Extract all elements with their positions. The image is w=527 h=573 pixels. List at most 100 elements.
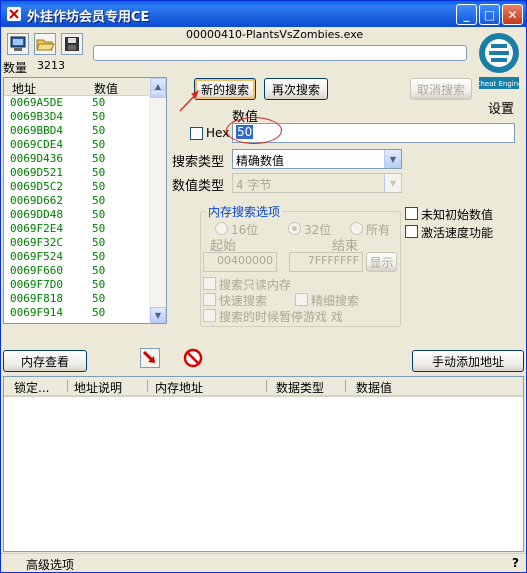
result-value: 50: [92, 208, 106, 221]
results-list[interactable]: 地址 数值 0069A5DE 50 0069B3D4 50 0069BBD4 50 0069…: [3, 77, 167, 324]
result-address: 0069F524: [10, 250, 63, 263]
title-bar[interactable]: 外挂作坊会员专用CE _ □ ✕: [1, 1, 526, 27]
list-item[interactable]: 0069D521 50: [4, 166, 151, 180]
show-button[interactable]: 显示: [366, 252, 397, 272]
stop-address-input[interactable]: 7FFFFFFF: [289, 252, 363, 272]
column-separator[interactable]: [147, 380, 148, 392]
floppy-disk-icon: [65, 37, 79, 51]
readonly-label: 搜索只读内存: [219, 278, 292, 292]
list-item[interactable]: 0069F7D0 50: [4, 278, 151, 292]
result-value: 50: [92, 236, 106, 249]
list-item[interactable]: 0069F914 50: [4, 306, 151, 320]
results-header: 地址 数值: [4, 78, 151, 96]
start-address-input[interactable]: 00400000: [203, 252, 277, 272]
radio-all-label: 所有: [366, 223, 391, 237]
result-address: 0069A5DE: [10, 96, 63, 109]
found-count: 3213: [37, 59, 65, 72]
results-rows: 0069A5DE 50 0069B3D4 50 0069BBD4 50 0069CDE4 50…: [4, 96, 151, 320]
col-address-header[interactable]: 内存地址: [155, 379, 203, 396]
scan-type-select[interactable]: 精确数值 ▼: [232, 149, 402, 169]
column-separator[interactable]: [266, 380, 267, 392]
select-process-button[interactable]: [7, 33, 29, 55]
result-value: 50: [92, 306, 106, 319]
cheat-engine-logo[interactable]: Cheat Engine: [477, 29, 521, 95]
process-name: 00000410-PlantsVsZombies.exe: [186, 28, 364, 41]
result-address: 0069D436: [10, 152, 63, 165]
hex-checkbox[interactable]: [190, 127, 203, 140]
add-address-manually-button[interactable]: 手动添加地址: [412, 350, 524, 372]
speedhack-checkbox[interactable]: [405, 225, 418, 238]
col-address-header[interactable]: 地址: [12, 80, 36, 97]
result-address: 0069B3D4: [10, 110, 63, 123]
list-item[interactable]: 0069BBD4 50: [4, 124, 151, 138]
col-value-header[interactable]: 数值: [94, 80, 118, 97]
address-list-header: 锁定... 地址说明 内存地址 数据类型 数据值: [4, 377, 523, 397]
next-scan-button[interactable]: 再次搜索: [264, 78, 328, 100]
scan-type-label: 搜索类型: [172, 155, 225, 170]
scroll-thumb[interactable]: [150, 90, 166, 98]
maximize-button[interactable]: □: [479, 4, 500, 25]
fast-scan-checkbox[interactable]: [203, 293, 216, 306]
list-item[interactable]: 0069D436 50: [4, 152, 151, 166]
result-value: 50: [92, 194, 106, 207]
list-item[interactable]: 0069F2E4 50: [4, 222, 151, 236]
result-address: 0069F660: [10, 264, 63, 277]
chevron-down-icon[interactable]: ▼: [384, 150, 401, 168]
col-description-header[interactable]: 地址说明: [74, 379, 122, 396]
settings-label[interactable]: 设置: [488, 98, 514, 117]
add-selected-button[interactable]: [140, 348, 160, 368]
result-value: 50: [92, 278, 106, 291]
radio-32bit-label: 32位: [304, 223, 332, 237]
list-item[interactable]: 0069DD48 50: [4, 208, 151, 222]
readonly-checkbox[interactable]: [203, 277, 216, 290]
result-value: 50: [92, 166, 106, 179]
result-value: 50: [92, 292, 106, 305]
scroll-down-arrow-icon[interactable]: ▼: [150, 307, 166, 323]
result-address: 0069DD48: [10, 208, 63, 221]
list-item[interactable]: 0069CDE4 50: [4, 138, 151, 152]
clear-list-button[interactable]: [183, 348, 203, 368]
col-value-header[interactable]: 数据值: [356, 379, 392, 396]
undo-scan-button[interactable]: 取消搜索: [410, 78, 472, 100]
col-type-header[interactable]: 数据类型: [276, 379, 324, 396]
radio-16bit[interactable]: [215, 222, 228, 235]
address-list[interactable]: 锁定... 地址说明 内存地址 数据类型 数据值: [3, 376, 524, 552]
svg-text:Cheat Engine: Cheat Engine: [477, 80, 521, 88]
result-value: 50: [92, 222, 106, 235]
value-type-select[interactable]: 4 字节 ▼: [232, 173, 402, 193]
minimize-button[interactable]: _: [456, 4, 477, 25]
memory-view-button[interactable]: 内存查看: [3, 350, 87, 372]
result-value: 50: [92, 180, 106, 193]
list-item[interactable]: 0069D5C2 50: [4, 180, 151, 194]
scan-progress-bar: [93, 45, 467, 61]
open-file-button[interactable]: [34, 33, 56, 55]
column-separator[interactable]: [67, 380, 68, 392]
unknown-initial-checkbox[interactable]: [405, 207, 418, 220]
col-lock-header[interactable]: 锁定...: [14, 379, 49, 396]
pause-game-checkbox[interactable]: [203, 309, 216, 322]
help-icon[interactable]: ?: [512, 556, 519, 570]
advanced-options-label[interactable]: 高级选项: [26, 556, 74, 573]
list-item[interactable]: 0069F524 50: [4, 250, 151, 264]
list-item[interactable]: 0069B3D4 50: [4, 110, 151, 124]
result-address: 0069D662: [10, 194, 63, 207]
status-bar: 高级选项 ?: [1, 553, 526, 573]
list-item[interactable]: 0069D662 50: [4, 194, 151, 208]
chevron-down-icon[interactable]: ▼: [384, 174, 401, 192]
value-type-value: 4 字节: [236, 178, 272, 192]
radio-all[interactable]: [350, 222, 363, 235]
result-value: 50: [92, 110, 106, 123]
save-button[interactable]: [61, 33, 83, 55]
radio-32bit[interactable]: [288, 222, 301, 235]
column-separator[interactable]: [345, 380, 346, 392]
speedhack-label: 激活速度功能: [421, 226, 494, 240]
close-button[interactable]: ✕: [502, 4, 523, 25]
results-scrollbar[interactable]: ▲ ▼: [149, 78, 166, 323]
result-address: 0069CDE4: [10, 138, 63, 151]
value-type-label: 数值类型: [172, 179, 225, 194]
list-item[interactable]: 0069F818 50: [4, 292, 151, 306]
list-item[interactable]: 0069F660 50: [4, 264, 151, 278]
list-item[interactable]: 0069A5DE 50: [4, 96, 151, 110]
list-item[interactable]: 0069F32C 50: [4, 236, 151, 250]
fine-scan-checkbox[interactable]: [295, 293, 308, 306]
